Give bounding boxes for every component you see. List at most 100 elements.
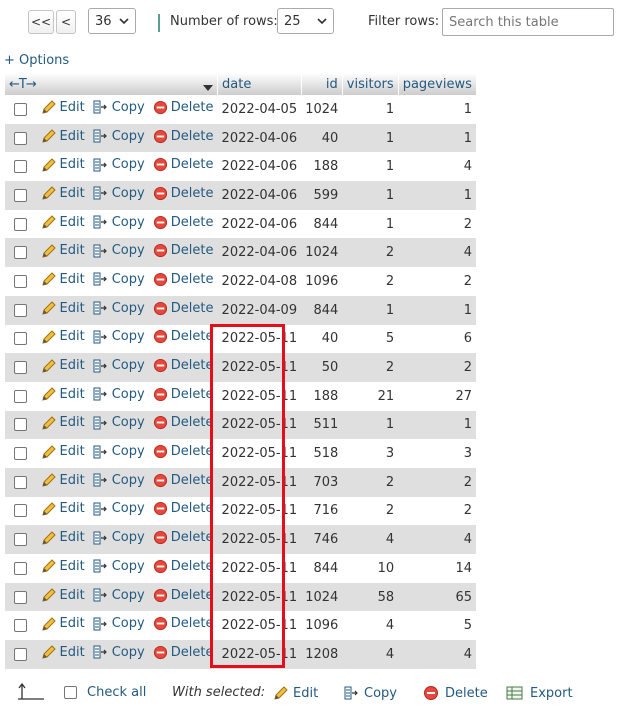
delete-button[interactable]: Delete [153,415,213,430]
delete-button[interactable]: Delete [153,473,213,488]
delete-button[interactable]: Delete [153,272,213,287]
edit-button[interactable]: Edit [41,157,85,173]
copy-button[interactable]: Copy [93,644,145,660]
edit-button[interactable]: Edit [41,644,85,660]
row-checkbox[interactable] [14,188,27,202]
edit-button[interactable]: Edit [41,214,85,230]
search-input[interactable] [442,8,614,36]
delete-button[interactable]: Delete [153,530,213,545]
edit-button[interactable]: Edit [41,99,85,115]
row-checkbox[interactable] [14,131,27,145]
copy-button[interactable]: Copy [93,214,145,230]
row-checkbox[interactable] [14,246,27,260]
column-header-pageviews[interactable]: pageviews [397,73,476,95]
row-checkbox[interactable] [14,361,27,375]
delete-button[interactable]: Delete [153,588,213,603]
copy-button[interactable]: Copy [93,300,145,316]
bulk-copy-button[interactable]: Copy [344,685,397,701]
row-checkbox[interactable] [14,447,27,461]
edit-button[interactable]: Edit [41,472,85,488]
delete-button[interactable]: Delete [153,645,213,660]
sort-triangle-icon[interactable] [203,84,214,91]
copy-button[interactable]: Copy [93,444,145,460]
row-checkbox[interactable] [14,533,27,547]
column-arrows-icon[interactable]: ←T→ [9,77,37,92]
edit-button[interactable]: Edit [41,444,85,460]
edit-button[interactable]: Edit [41,185,85,201]
edit-button[interactable]: Edit [41,415,85,431]
row-checkbox[interactable] [14,274,27,288]
copy-button[interactable]: Copy [93,128,145,144]
check-all-label[interactable]: Check all [87,685,146,700]
row-checkbox[interactable] [14,160,27,174]
page-select[interactable]: 36 [88,8,136,34]
copy-button[interactable]: Copy [93,329,145,345]
delete-button[interactable]: Delete [153,157,213,172]
edit-button[interactable]: Edit [41,558,85,574]
edit-button[interactable]: Edit [41,587,85,603]
copy-button[interactable]: Copy [93,587,145,603]
copy-button[interactable]: Copy [93,501,145,517]
delete-button[interactable]: Delete [153,616,213,631]
column-header-id[interactable]: id [300,73,343,95]
column-header-date[interactable]: date [217,73,302,95]
edit-button[interactable]: Edit [41,243,85,259]
edit-button[interactable]: Edit [41,300,85,316]
copy-button[interactable]: Copy [93,185,145,201]
row-checkbox[interactable] [14,389,27,403]
copy-button[interactable]: Copy [93,472,145,488]
check-all-checkbox[interactable] [64,686,77,699]
delete-button[interactable]: Delete [153,329,213,344]
row-checkbox[interactable] [14,561,27,575]
delete-button[interactable]: Delete [153,215,213,230]
delete-button[interactable]: Delete [153,387,213,402]
copy-button[interactable]: Copy [93,558,145,574]
copy-button[interactable]: Copy [93,358,145,374]
delete-button[interactable]: Delete [153,444,213,459]
delete-button[interactable]: Delete [153,501,213,516]
edit-button[interactable]: Edit [41,329,85,345]
delete-button[interactable]: Delete [153,186,213,201]
row-checkbox[interactable] [14,475,27,489]
edit-button[interactable]: Edit [41,501,85,517]
edit-button[interactable]: Edit [41,128,85,144]
delete-button[interactable]: Delete [153,559,213,574]
copy-button[interactable]: Copy [93,243,145,259]
first-page-button[interactable]: << [28,10,54,34]
delete-button[interactable]: Delete [153,358,213,373]
row-checkbox[interactable] [14,504,27,518]
table-row: Edit Copy Delete 2022-05-11 518 3 3 [4,439,476,468]
copy-button[interactable]: Copy [93,271,145,287]
row-checkbox[interactable] [14,418,27,432]
row-checkbox[interactable] [14,303,27,317]
copy-button[interactable]: Copy [93,530,145,546]
check-all[interactable]: Check all [64,685,146,700]
rows-select[interactable]: 25 [277,8,334,34]
copy-button[interactable]: Copy [93,99,145,115]
delete-button[interactable]: Delete [153,129,213,144]
copy-button[interactable]: Copy [93,386,145,402]
delete-button[interactable]: Delete [153,301,213,316]
column-header-visitors[interactable]: visitors [341,73,399,95]
row-checkbox[interactable] [14,619,27,633]
delete-button[interactable]: Delete [153,243,213,258]
export-button[interactable]: Export [506,685,573,701]
delete-button[interactable]: Delete [153,100,213,115]
row-checkbox[interactable] [14,332,27,346]
row-checkbox[interactable] [14,217,27,231]
bulk-edit-button[interactable]: Edit [273,685,318,701]
row-checkbox[interactable] [14,590,27,604]
edit-button[interactable]: Edit [41,358,85,374]
row-checkbox[interactable] [14,102,27,116]
prev-page-button[interactable]: < [56,10,76,34]
edit-button[interactable]: Edit [41,271,85,287]
copy-button[interactable]: Copy [93,415,145,431]
copy-button[interactable]: Copy [93,157,145,173]
copy-button[interactable]: Copy [93,616,145,632]
edit-button[interactable]: Edit [41,530,85,546]
row-checkbox[interactable] [14,647,27,661]
bulk-delete-button[interactable]: Delete [423,685,488,701]
edit-button[interactable]: Edit [41,616,85,632]
options-link[interactable]: + Options [4,53,69,68]
edit-button[interactable]: Edit [41,386,85,402]
